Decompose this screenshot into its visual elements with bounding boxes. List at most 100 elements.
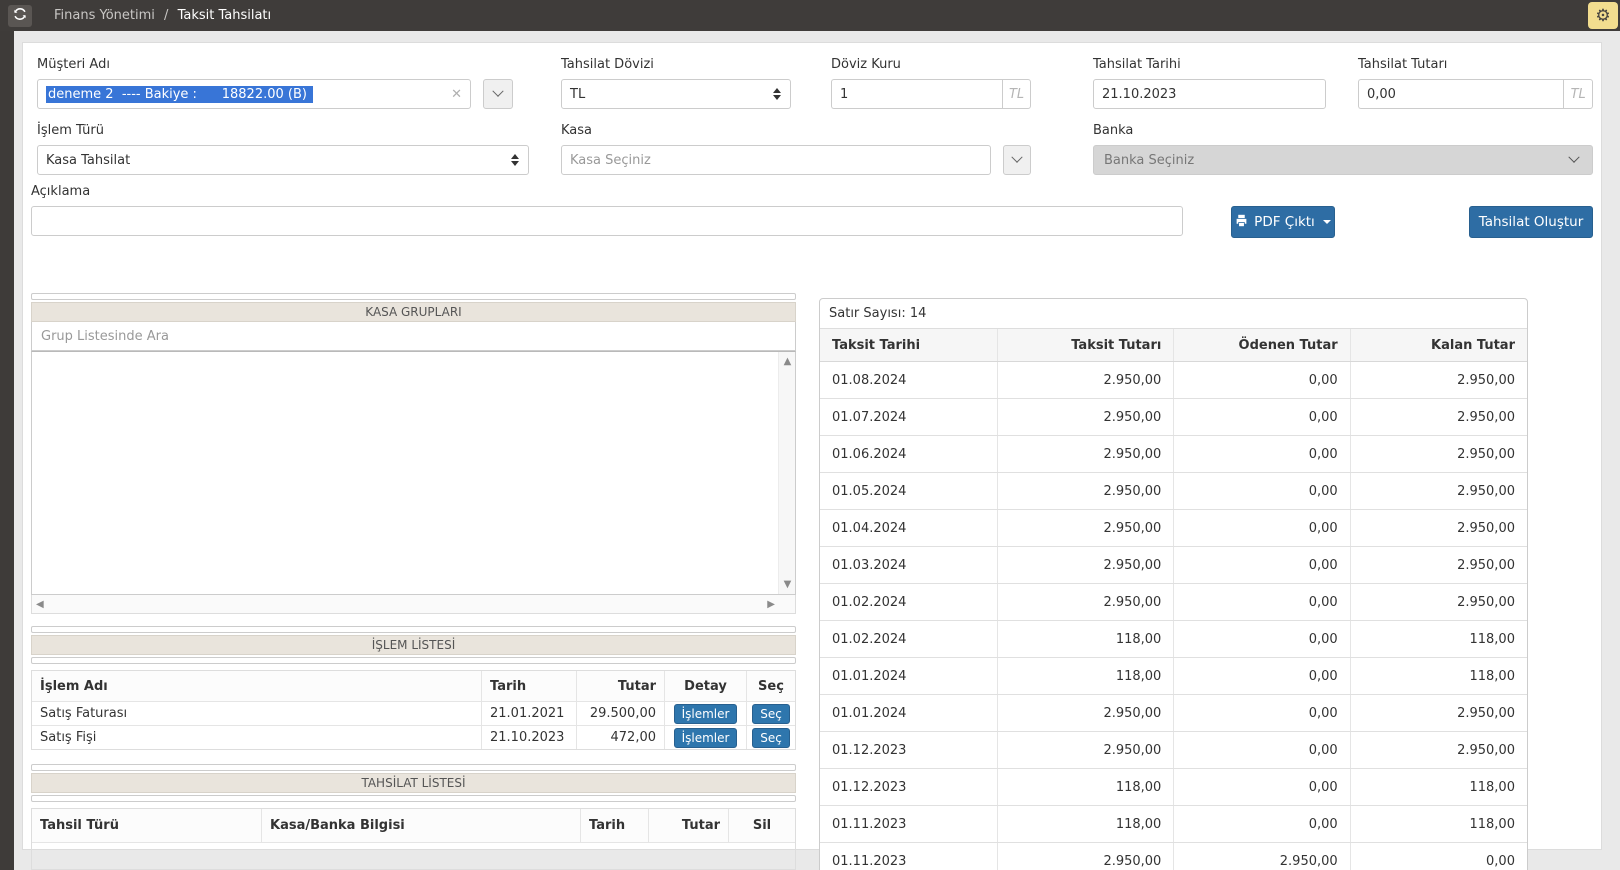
table-row: 01.12.20232.950,000,002.950,00 (820, 732, 1527, 769)
column-header: Taksit Tutarı (998, 329, 1174, 361)
table-cell: Satış Faturası (32, 702, 482, 725)
scroll-right-icon[interactable]: ▶ (767, 599, 775, 610)
column-header: Tutar (577, 671, 665, 701)
bank-select-disabled: Banka Seçiniz (1093, 145, 1593, 175)
breadcrumb-section[interactable]: Finans Yönetimi (54, 8, 155, 23)
table-cell: 2.950,00 (998, 843, 1174, 870)
collection-date-field-group: Tahsilat Tarihi (1093, 57, 1326, 109)
installments-table-header: Taksit Tarihi Taksit Tutarı Ödenen Tutar… (820, 329, 1527, 362)
table-cell: 0,00 (1174, 547, 1350, 583)
scroll-left-icon[interactable]: ◀ (36, 599, 44, 610)
column-header: Tarih (581, 809, 649, 842)
collection-list-title: TAHSİLAT LİSTESİ (361, 776, 465, 790)
table-cell: 0,00 (1174, 806, 1350, 842)
islemler-button[interactable]: İşlemler (674, 728, 738, 748)
collection-table: Tahsil Türü Kasa/Banka Bilgisi Tarih Tut… (31, 808, 796, 870)
table-row: 01.03.20242.950,000,002.950,00 (820, 547, 1527, 584)
table-cell: 118,00 (1351, 658, 1527, 694)
table-cell: 0,00 (1174, 510, 1350, 546)
table-cell: 01.01.2024 (820, 695, 998, 731)
table-cell: 2.950,00 (998, 584, 1174, 620)
currency-select[interactable]: TL (561, 79, 791, 109)
islemler-button[interactable]: İşlemler (674, 704, 738, 724)
table-cell: 2.950,00 (1351, 547, 1527, 583)
column-header: Tahsil Türü (32, 809, 262, 842)
cash-groups-header: KASA GRUPLARI (31, 302, 796, 322)
pdf-output-label: PDF Çıktı (1254, 214, 1315, 230)
table-cell: 01.04.2024 (820, 510, 998, 546)
bank-field-group: Banka Banka Seçiniz (1093, 123, 1593, 175)
exchange-rate-label: Döviz Kuru (831, 57, 1031, 72)
table-cell: 118,00 (1351, 769, 1527, 805)
table-cell: 01.02.2024 (820, 621, 998, 657)
table-cell: 0,00 (1174, 658, 1350, 694)
table-cell: 2.950,00 (998, 732, 1174, 768)
description-input[interactable] (31, 206, 1183, 236)
group-search-input[interactable] (32, 322, 795, 350)
table-row: 01.01.2024118,000,00118,00 (820, 658, 1527, 695)
row-count: Satır Sayısı: 14 (820, 299, 1527, 329)
scroll-up-icon[interactable]: ▲ (779, 356, 796, 367)
settings-button[interactable]: ⚙ (1588, 2, 1618, 29)
transaction-type-select[interactable]: Kasa Tahsilat (37, 145, 529, 175)
table-cell: 2.950,00 (1351, 732, 1527, 768)
table-cell: 2.950,00 (998, 362, 1174, 398)
create-collection-label: Tahsilat Oluştur (1479, 214, 1584, 230)
refresh-button[interactable] (8, 5, 32, 27)
table-cell: 118,00 (1351, 621, 1527, 657)
main-card: Müşteri Adı deneme 2 ---- Bakiye : 18822… (22, 42, 1602, 850)
taksit-table-body: 01.08.20242.950,000,002.950,0001.07.2024… (820, 362, 1527, 870)
refresh-icon (13, 7, 27, 24)
table-cell: 01.02.2024 (820, 584, 998, 620)
table-cell: 118,00 (998, 806, 1174, 842)
table-row: 01.02.20242.950,000,002.950,00 (820, 584, 1527, 621)
table-cell: 01.08.2024 (820, 362, 998, 398)
pdf-output-button[interactable]: PDF Çıktı (1231, 206, 1335, 238)
create-collection-button[interactable]: Tahsilat Oluştur (1469, 206, 1593, 238)
table-cell: 01.06.2024 (820, 436, 998, 472)
collapsed-sidebar-strip (0, 0, 14, 870)
collection-date-input[interactable] (1093, 79, 1326, 109)
table-cell: 2.950,00 (1351, 436, 1527, 472)
cash-register-field-group: Kasa (561, 123, 1031, 175)
cash-register-dropdown-button[interactable] (1003, 145, 1031, 175)
scroll-down-icon[interactable]: ▼ (779, 579, 796, 590)
table-cell: 118,00 (998, 621, 1174, 657)
cash-groups-list[interactable]: ▲ ▼ (31, 351, 796, 595)
customer-combobox[interactable]: deneme 2 ---- Bakiye : 18822.00 (B) ✕ (37, 79, 471, 109)
collection-amount-input[interactable] (1358, 79, 1563, 109)
sec-button[interactable]: Seç (752, 728, 790, 748)
table-cell: 0,00 (1174, 769, 1350, 805)
currency-value: TL (570, 87, 585, 102)
column-header: Seç (747, 671, 795, 701)
breadcrumb-page: Taksit Tahsilatı (178, 8, 272, 23)
chevron-down-icon (1568, 152, 1579, 163)
table-cell: 01.07.2024 (820, 399, 998, 435)
installments-panel: Satır Sayısı: 14 Taksit Tarihi Taksit Tu… (819, 298, 1528, 870)
topbar: Finans Yönetimi / Taksit Tahsilatı ⚙ (0, 0, 1620, 31)
table-cell: 118,00 (998, 658, 1174, 694)
sec-button[interactable]: Seç (752, 704, 790, 724)
table-row: 01.11.2023118,000,00118,00 (820, 806, 1527, 843)
table-cell: 01.01.2024 (820, 658, 998, 694)
table-row: 01.06.20242.950,000,002.950,00 (820, 436, 1527, 473)
table-cell: 2.950,00 (998, 695, 1174, 731)
column-header: Ödenen Tutar (1174, 329, 1350, 361)
horizontal-scrollbar[interactable]: ◀ ▶ (31, 595, 796, 614)
table-row: Satış Fişi21.10.2023472,00İşlemlerSeç (32, 726, 795, 749)
table-cell: 2.950,00 (998, 473, 1174, 509)
left-column: KASA GRUPLARI ▲ ▼ ◀ ▶ (31, 293, 796, 870)
table-cell: 01.11.2023 (820, 806, 998, 842)
table-cell: 2.950,00 (1351, 473, 1527, 509)
bank-label: Banka (1093, 123, 1593, 138)
islem-table-body: Satış Faturası21.01.202129.500,00İşlemle… (32, 702, 795, 749)
column-header: Detay (665, 671, 747, 701)
exchange-rate-input[interactable] (831, 79, 1002, 109)
exchange-rate-field-group: Döviz Kuru TL (831, 57, 1031, 109)
vertical-scrollbar[interactable]: ▲ ▼ (778, 352, 795, 594)
cash-register-input[interactable] (561, 145, 991, 175)
customer-dropdown-button[interactable] (483, 79, 513, 109)
clear-icon[interactable]: ✕ (451, 87, 462, 102)
table-cell: 472,00 (577, 726, 665, 749)
panel-bottom-bar (31, 657, 796, 664)
